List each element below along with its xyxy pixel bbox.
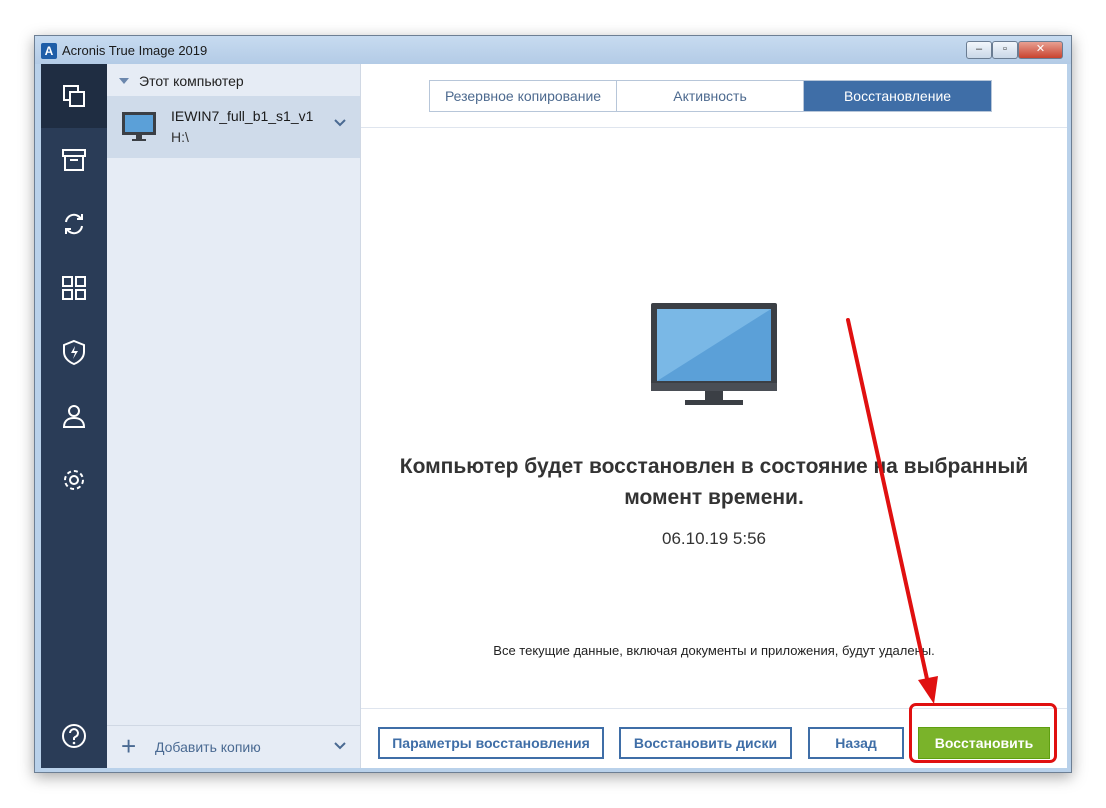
help-icon [62, 724, 86, 748]
recovery-options-button[interactable]: Параметры восстановления [378, 727, 604, 759]
archive-icon [62, 149, 86, 171]
tools-icon [62, 276, 86, 300]
nav-archive[interactable] [41, 128, 107, 192]
restore-button-highlight [909, 703, 1057, 763]
nav-account[interactable] [41, 384, 107, 448]
sync-icon [65, 213, 83, 235]
main-panel: Резервное копирование Активность Восстан… [361, 64, 1067, 768]
data-loss-warning: Все текущие данные, включая документы и … [493, 643, 935, 658]
monitor-icon [122, 112, 156, 141]
tab-backup[interactable]: Резервное копирование [430, 81, 617, 111]
chevron-down-icon[interactable] [333, 741, 347, 751]
protection-icon [63, 339, 85, 366]
restore-headline-line1: Компьютер будет восстановлен в состояние… [399, 455, 1029, 478]
tabs-area: Резервное копирование Активность Восстан… [361, 64, 1067, 128]
plus-icon[interactable]: + [121, 733, 136, 759]
chevron-down-icon[interactable] [333, 118, 347, 128]
add-copy-bar: + Добавить копию [107, 725, 360, 768]
nav-help[interactable] [41, 704, 107, 768]
tab-recovery[interactable]: Восстановление [804, 81, 991, 111]
account-icon [62, 405, 86, 428]
app-window: A Acronis True Image 2019 – ▫ ✕ Этот ком… [34, 35, 1072, 773]
title-bar: A Acronis True Image 2019 – ▫ ✕ [35, 36, 1071, 64]
back-button[interactable]: Назад [808, 727, 904, 759]
nav-tools[interactable] [41, 256, 107, 320]
backup-path: H:\ [171, 129, 189, 145]
window-title: Acronis True Image 2019 [62, 43, 208, 58]
collapse-triangle-icon [119, 78, 129, 84]
backup-icon [63, 85, 85, 107]
recover-disks-button[interactable]: Восстановить диски [619, 727, 792, 759]
computer-monitor-icon [651, 303, 777, 405]
close-button[interactable]: ✕ [1018, 41, 1063, 59]
minimize-button[interactable]: – [966, 41, 992, 59]
nav-protection[interactable] [41, 320, 107, 384]
acronis-logo-icon: A [41, 43, 57, 59]
sidebar-item-backup[interactable]: IEWIN7_full_b1_s1_v1 H:\ [107, 96, 360, 158]
restore-headline: Компьютер будет восстановлен в состояние… [381, 451, 1047, 513]
sidebar-section-header[interactable]: Этот компьютер [119, 73, 244, 89]
settings-icon [64, 470, 84, 490]
tab-strip: Резервное копирование Активность Восстан… [429, 80, 992, 112]
tab-activity[interactable]: Активность [617, 81, 804, 111]
restore-point-datetime: 06.10.19 5:56 [662, 529, 766, 548]
nav-settings[interactable] [41, 448, 107, 512]
navigation-icon-bar [41, 64, 107, 768]
restore-headline-line2: момент времени. [624, 486, 804, 509]
backup-name: IEWIN7_full_b1_s1_v1 [171, 108, 314, 124]
add-copy-button[interactable]: Добавить копию [155, 739, 261, 755]
sidebar-section-title: Этот компьютер [139, 73, 244, 89]
maximize-button[interactable]: ▫ [992, 41, 1018, 59]
nav-backup[interactable] [41, 64, 107, 128]
client-area: Этот компьютер IEWIN7_full_b1_s1_v1 H:\ … [41, 64, 1067, 768]
nav-sync[interactable] [41, 192, 107, 256]
backup-sidebar: Этот компьютер IEWIN7_full_b1_s1_v1 H:\ … [107, 64, 361, 768]
